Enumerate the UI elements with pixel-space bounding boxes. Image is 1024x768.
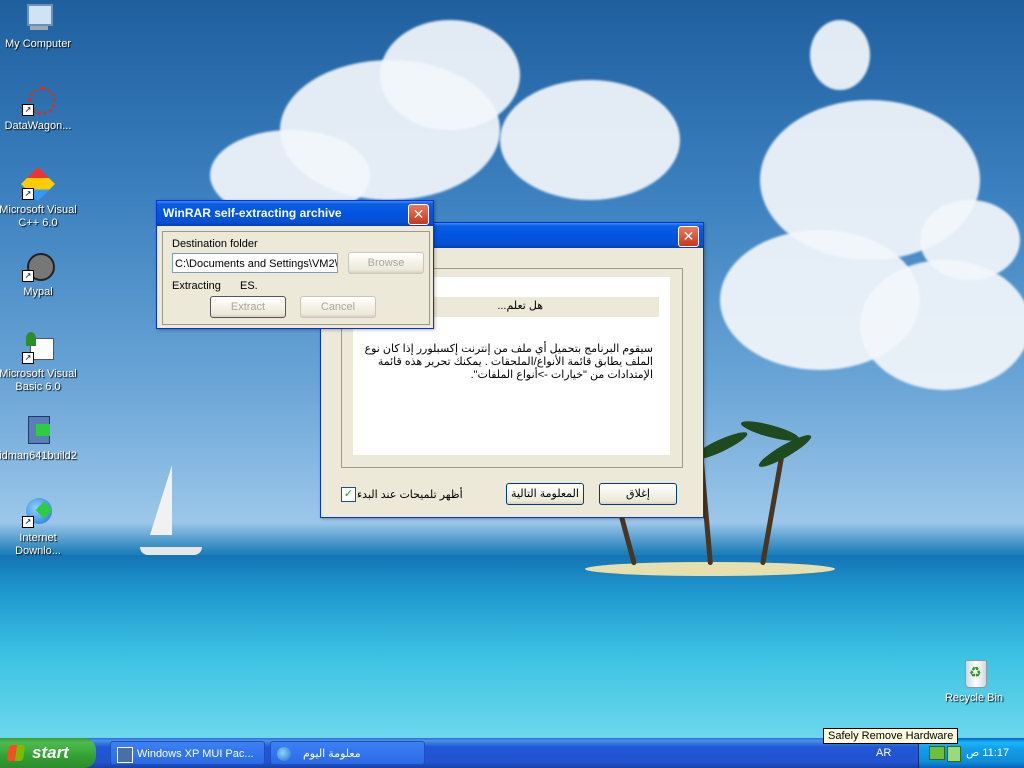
winrar-titlebar[interactable]: WinRAR self-extracting archive ✕: [157, 201, 433, 226]
tip-body-text: سيقوم البرنامج بتحميل أي ملف من إنترنت إ…: [364, 343, 653, 381]
next-tip-button[interactable]: المعلومة التالية: [506, 483, 584, 505]
destination-folder-input[interactable]: C:\Documents and Settings\VM2\: [172, 253, 338, 273]
clock[interactable]: 11:17 ص: [966, 738, 1009, 768]
show-tips-label[interactable]: أظهر تلميحات عند البدء: [357, 488, 463, 501]
desktop-icon-label: idman641build2: [0, 450, 77, 462]
extracting-file-name: ES.: [240, 280, 258, 292]
idm-icon: [277, 747, 291, 761]
desktop-icon-label: DataWagon...: [4, 120, 72, 132]
safely-remove-hardware-icon[interactable]: [929, 746, 945, 760]
extracting-label: Extracting: [172, 280, 221, 292]
desktop-icon-recycle-bin[interactable]: ♻ Recycle Bin: [934, 656, 1014, 705]
winrar-dialog: WinRAR self-extracting archive ✕ Destina…: [156, 200, 434, 329]
desktop-icon-datawagon[interactable]: ↗ DataWagon...: [0, 84, 78, 133]
desktop-icon-label: Microsoft Visual C++ 6.0: [0, 204, 77, 229]
shortcut-arrow-icon: ↗: [22, 188, 34, 200]
start-button[interactable]: start: [0, 738, 96, 768]
visual-cpp-icon: ↗: [21, 167, 55, 201]
desktop-icon-label: Mypal: [23, 286, 53, 298]
desktop-icon-label: Recycle Bin: [944, 692, 1004, 704]
desktop-icon-label: Internet Downlo...: [15, 532, 61, 557]
cancel-button[interactable]: Cancel: [300, 296, 376, 318]
winrar-group: Destination folder C:\Documents and Sett…: [162, 231, 430, 325]
computer-icon: [22, 2, 54, 34]
desktop-icon-mypal[interactable]: ↗ Mypal: [0, 250, 78, 299]
browse-button[interactable]: Browse: [348, 252, 424, 274]
internet-download-icon: ↗: [22, 496, 54, 528]
shortcut-arrow-icon: ↗: [22, 270, 34, 282]
tip-dialog-close-button[interactable]: ✕: [678, 226, 699, 247]
show-tips-checkbox[interactable]: ✓: [341, 487, 356, 502]
extract-button[interactable]: Extract: [210, 296, 286, 318]
desktop-icon-visual-basic[interactable]: ↗ Microsoft Visual Basic 6.0: [0, 332, 78, 394]
winrar-close-button[interactable]: ✕: [408, 204, 429, 225]
taskbar-item-label: Windows XP MUI Pac...: [137, 748, 254, 760]
tip-heading: هل تعلم...: [497, 300, 543, 312]
desktop-icon-label: Microsoft Visual Basic 6.0: [0, 368, 77, 393]
desktop-icon-visual-cpp[interactable]: ↗ Microsoft Visual C++ 6.0: [0, 167, 78, 230]
winrar-title: WinRAR self-extracting archive: [163, 206, 342, 220]
mui-pack-icon: [117, 747, 133, 763]
shortcut-arrow-icon: ↗: [22, 352, 34, 364]
desktop-icon-my-computer[interactable]: My Computer: [0, 2, 78, 51]
shortcut-arrow-icon: ↗: [22, 516, 34, 528]
visual-basic-icon: ↗: [22, 332, 54, 364]
mypal-icon: ↗: [22, 250, 55, 282]
taskbar-item-mui-pack[interactable]: Windows XP MUI Pac...: [110, 741, 265, 765]
taskbar-item-label: معلومة اليوم: [303, 748, 361, 760]
datawagon-icon: ↗: [22, 84, 56, 116]
tray-tooltip: Safely Remove Hardware: [823, 728, 959, 744]
tip-close-button[interactable]: إغلاق: [599, 483, 677, 505]
desktop-icon-internet-download-manager[interactable]: ↗ Internet Downlo...: [0, 496, 78, 558]
windows-logo-icon: [6, 745, 26, 761]
start-label: start: [32, 743, 69, 762]
installer-icon: [22, 414, 54, 446]
taskbar-item-tip-of-day[interactable]: معلومة اليوم: [270, 741, 425, 765]
desktop-icon-label: My Computer: [4, 38, 72, 50]
destination-folder-label: Destination folder: [172, 238, 258, 250]
network-icon[interactable]: [947, 746, 961, 762]
recycle-bin-icon: ♻: [958, 656, 990, 688]
desktop-icon-idman[interactable]: idman641build2: [0, 414, 78, 463]
shortcut-arrow-icon: ↗: [22, 104, 34, 116]
